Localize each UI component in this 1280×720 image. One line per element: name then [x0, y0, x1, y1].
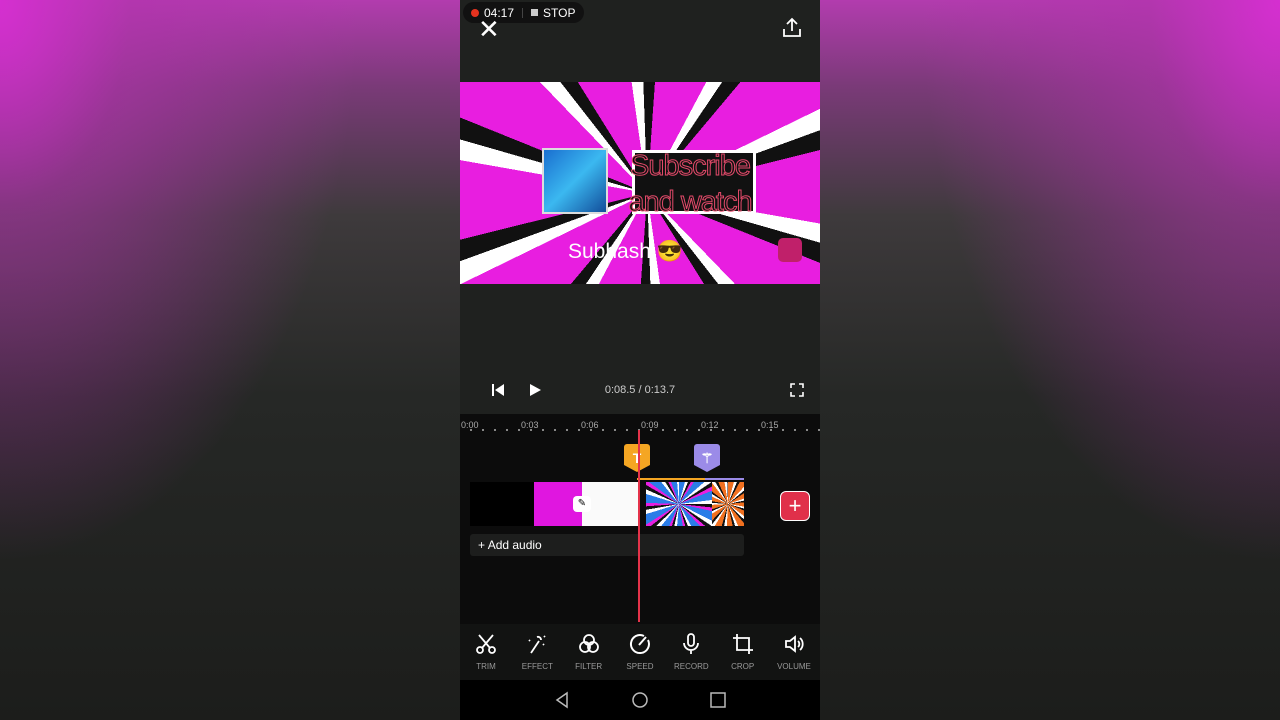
recents-icon[interactable] [709, 691, 727, 709]
tool-record[interactable]: RECORD [667, 624, 715, 680]
text-marker[interactable]: T [624, 444, 650, 472]
ruler-tick [542, 429, 544, 431]
divider [522, 7, 524, 18]
tool-label: VOLUME [777, 662, 811, 671]
playback-time: 0:08.5 / 0:13.7 [604, 384, 676, 396]
ruler-tick [614, 429, 616, 431]
ruler-tick [506, 429, 508, 431]
tool-speed[interactable]: SPEED [616, 624, 664, 680]
add-audio-label: Add audio [487, 538, 542, 552]
ruler-tick [806, 429, 808, 431]
tool-filter[interactable]: FILTER [565, 624, 613, 680]
microphone-icon [683, 633, 700, 654]
tool-label: TRIM [476, 662, 496, 671]
ruler-tick [686, 429, 688, 431]
ruler-tick [746, 429, 748, 431]
tool-label: EFFECT [521, 662, 553, 671]
crop-icon [732, 634, 753, 654]
fullscreen-icon[interactable] [790, 383, 804, 397]
ruler-tick [578, 429, 580, 431]
player-controls: 0:08.5 / 0:13.7 [460, 380, 820, 400]
tool-label: FILTER [575, 662, 603, 671]
scissors-icon [476, 634, 496, 654]
channel-thumbnail [542, 148, 608, 214]
ruler-tick [710, 429, 712, 431]
clip-swirl-orange[interactable] [712, 482, 744, 526]
tool-volume[interactable]: VOLUME [770, 624, 818, 680]
add-audio-button[interactable]: + Add audio [470, 534, 744, 556]
effect-marker-wand-icon[interactable]: ⚚ [694, 444, 720, 472]
text-range-bar [637, 478, 705, 480]
ruler-tick [722, 429, 724, 431]
android-nav-bar [460, 680, 820, 720]
playhead[interactable] [638, 430, 640, 622]
volume-icon [785, 635, 804, 653]
clip-black[interactable] [470, 482, 534, 526]
ruler-tick [770, 429, 772, 431]
timeline[interactable]: 0:00 0:03 0:06 0:09 0:12 0:15 T ⚚ ✎ + + … [460, 414, 820, 624]
magic-wand-icon [528, 635, 546, 654]
plus-icon: + [478, 538, 488, 552]
ruler-tick [650, 429, 652, 431]
ruler-tick [734, 429, 736, 431]
app-watermark-logo [778, 238, 802, 262]
headline-text: Subscribe and watch [628, 150, 753, 219]
ruler-tick [662, 429, 664, 431]
stop-button[interactable]: STOP [543, 6, 575, 20]
ruler-tick [530, 429, 532, 431]
background-right [820, 0, 1280, 720]
add-clip-button[interactable]: + [780, 491, 810, 521]
ruler-tick [470, 429, 472, 431]
ruler-tick [758, 429, 760, 431]
ruler-tick [518, 429, 520, 431]
effect-range-bar [705, 478, 744, 480]
clip-swirl-blue[interactable] [646, 482, 712, 526]
ruler-tick [482, 429, 484, 431]
ruler-tick [698, 429, 700, 431]
home-icon[interactable] [631, 691, 649, 709]
filter-circles-icon [578, 634, 599, 653]
ruler-tick [794, 429, 796, 431]
phone-screen: 04:17 STOP ✕ Subscribe and watch Subhash… [460, 0, 820, 720]
background-left [0, 0, 460, 720]
video-preview[interactable]: Subscribe and watch Subhash 😎 [460, 82, 820, 284]
ruler-tick [602, 429, 604, 431]
ruler-tick [494, 429, 496, 431]
speedometer-icon [630, 634, 650, 654]
close-icon[interactable]: ✕ [478, 16, 500, 42]
ruler-tick [554, 429, 556, 431]
ruler-tick [818, 429, 820, 431]
tool-effect[interactable]: EFFECT [513, 624, 561, 680]
stop-icon [531, 9, 539, 16]
tool-trim[interactable]: TRIM [462, 624, 510, 680]
ruler-tick [590, 429, 592, 431]
transition-edit-icon[interactable]: ✎ [573, 496, 591, 512]
author-text: Subhash 😎 [568, 240, 683, 263]
tool-label: CROP [731, 662, 755, 671]
back-icon[interactable] [553, 691, 571, 709]
tool-label: SPEED [626, 662, 654, 671]
ruler-tick [674, 429, 676, 431]
ruler-tick [566, 429, 568, 431]
ruler-tick [782, 429, 784, 431]
tool-crop[interactable]: CROP [719, 624, 767, 680]
tool-label: RECORD [673, 662, 709, 671]
tool-bar: TRIM EFFECT FILTER SPEED RECORD CROP VOL… [460, 624, 820, 680]
ruler-tick [626, 429, 628, 431]
share-icon[interactable] [780, 16, 804, 40]
